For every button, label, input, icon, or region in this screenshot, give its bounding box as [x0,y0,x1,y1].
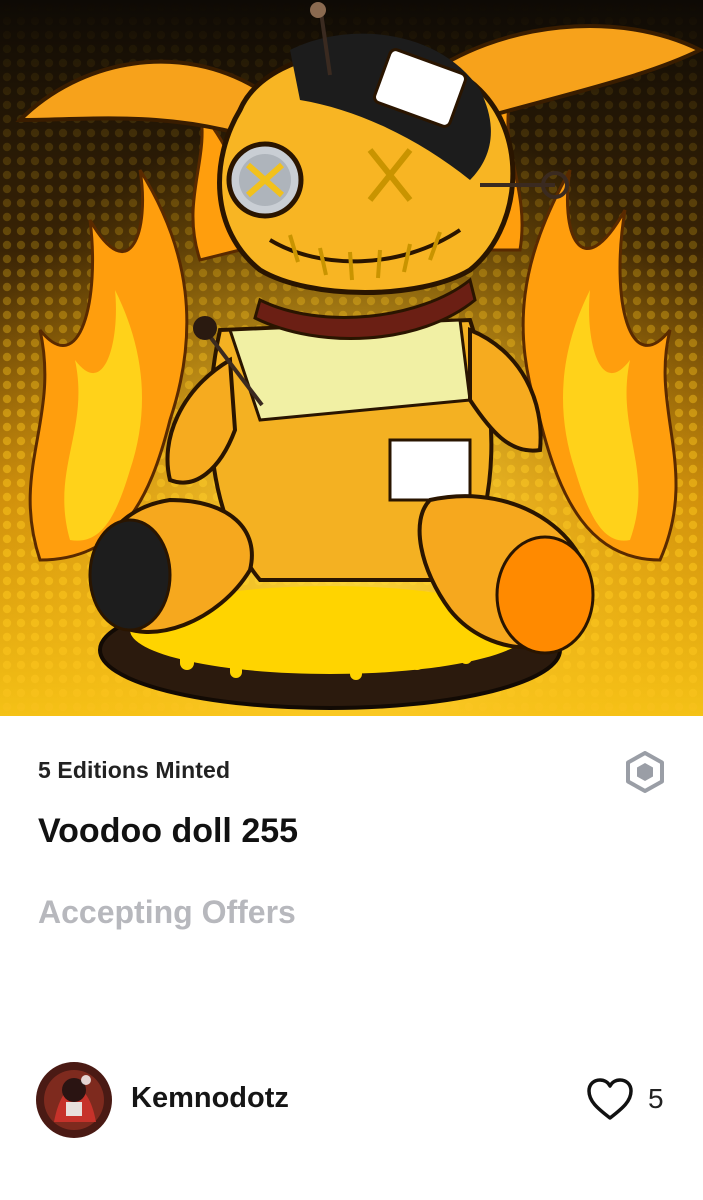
editions-minted-label: 5 Editions Minted [38,757,231,783]
hexagon-chain-icon [626,751,664,793]
heart-outline-icon[interactable] [585,1076,635,1122]
creator-name[interactable]: Kemnodotz [131,1082,289,1115]
nft-card[interactable]: 5 Editions Minted Voodoo doll 255 Accept… [0,0,703,1200]
like-count: 5 [648,1083,664,1114]
sale-status-text: Accepting Offers [38,894,296,930]
nft-artwork-image[interactable] [0,0,703,716]
nft-title[interactable]: Voodoo doll 255 [38,812,298,851]
creator-avatar[interactable] [36,1062,112,1138]
